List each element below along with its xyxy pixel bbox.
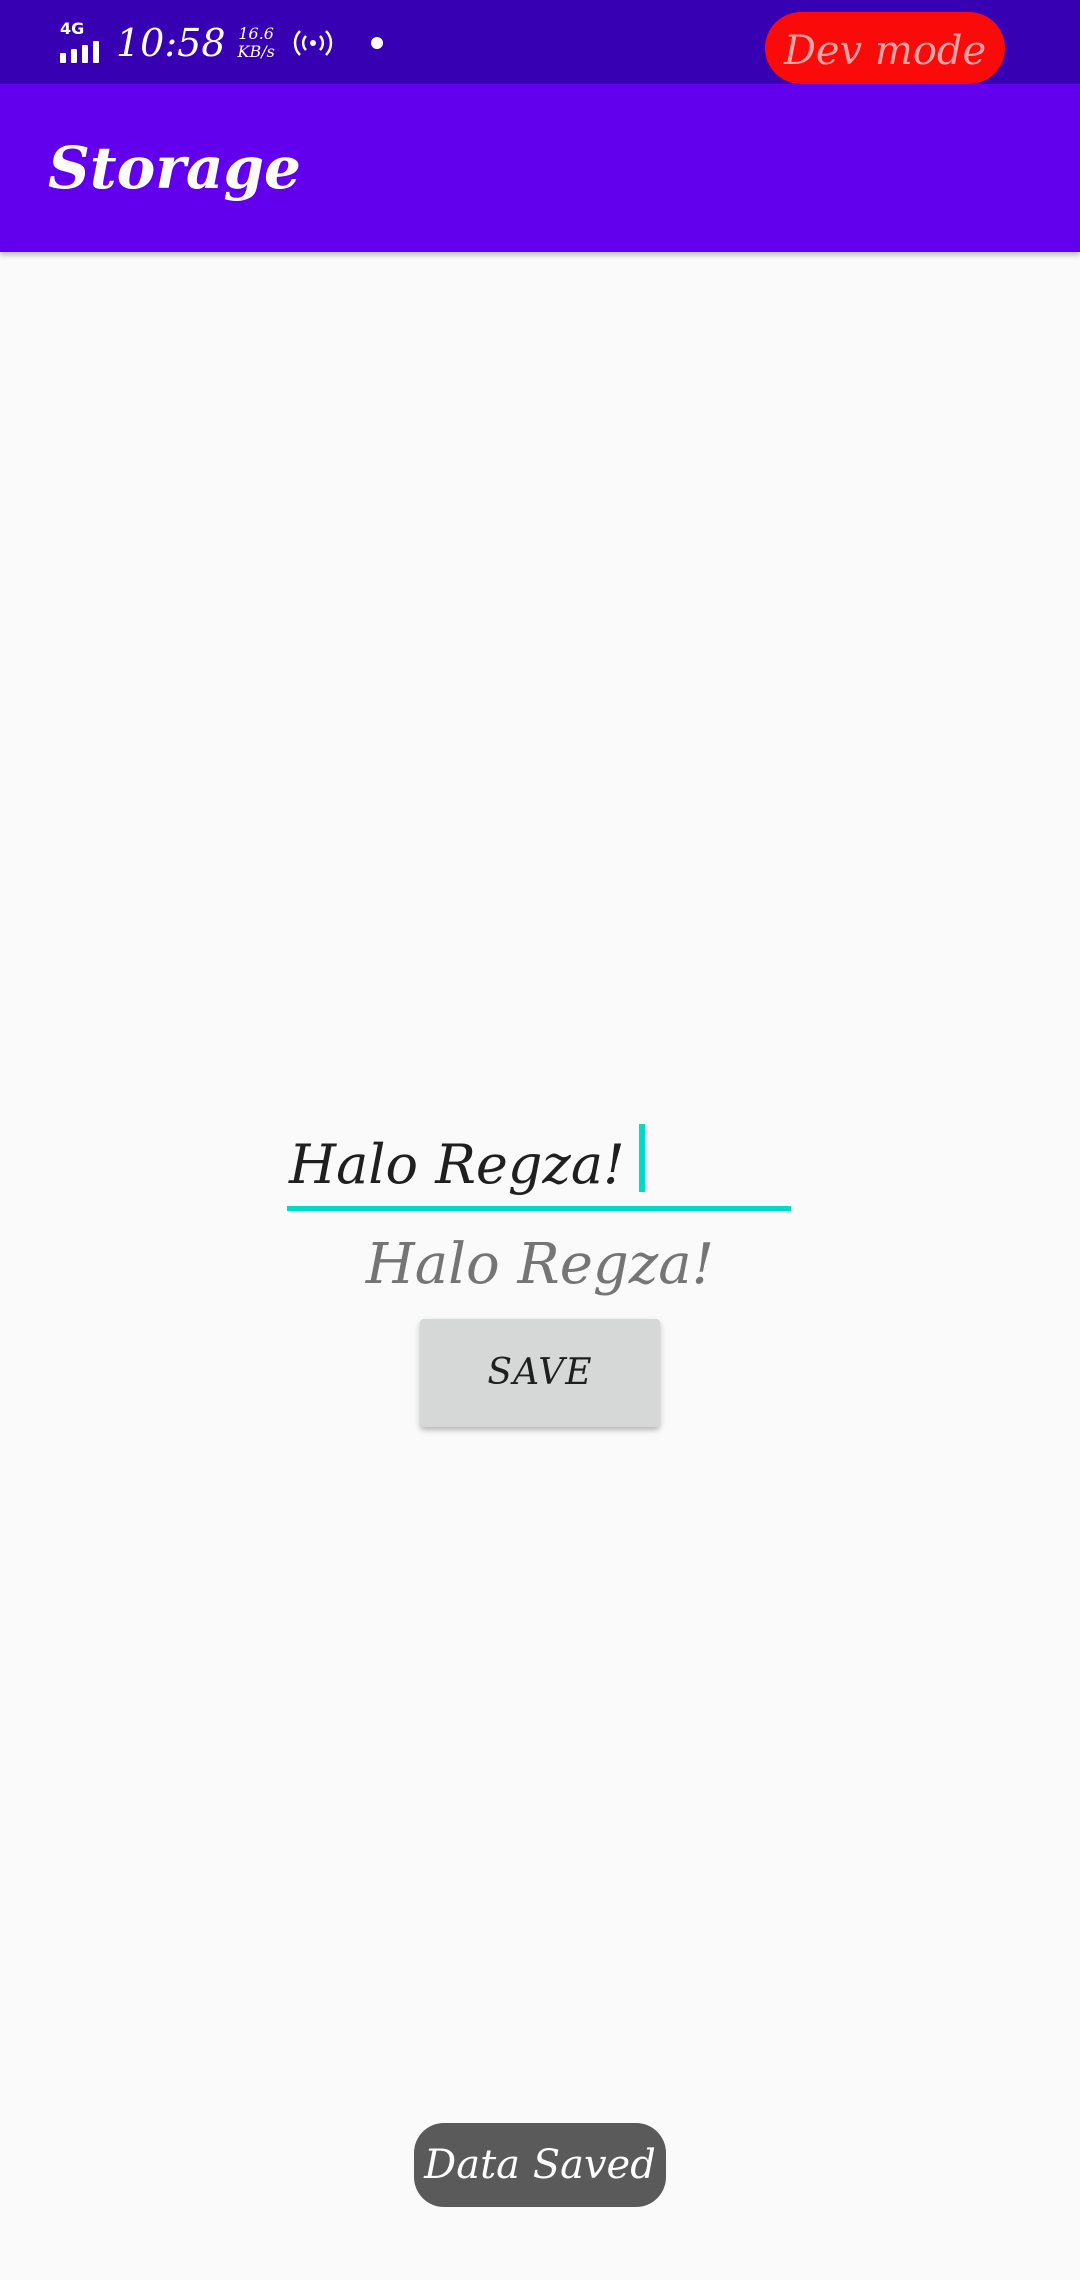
app-title: Storage bbox=[48, 134, 301, 202]
status-bar: 4G 10:58 16.6 KB/s Dev mode bbox=[0, 0, 1080, 84]
network-speed-value: 16.6 bbox=[238, 24, 274, 43]
app-bar: Storage bbox=[0, 84, 1080, 252]
network-type-label: 4G bbox=[60, 19, 85, 38]
notification-dot-icon bbox=[370, 37, 383, 49]
signal-bars bbox=[60, 41, 99, 63]
hotspot-icon bbox=[293, 30, 333, 56]
main-content: Halo Regza! Halo Regza! SAVE Data Saved bbox=[0, 252, 1080, 2280]
status-indicators: 4G 10:58 16.6 KB/s bbox=[58, 18, 383, 68]
network-speed-unit: KB/s bbox=[237, 42, 275, 61]
status-clock: 10:58 bbox=[116, 21, 226, 65]
signal-icon: 4G bbox=[58, 21, 104, 65]
dev-mode-badge[interactable]: Dev mode bbox=[765, 12, 1005, 84]
network-speed: 16.6 KB/s bbox=[238, 25, 275, 61]
saved-text-display: Halo Regza! bbox=[365, 1232, 715, 1297]
text-input-field[interactable]: Halo Regza! bbox=[287, 1124, 791, 1211]
toast-message: Data Saved bbox=[414, 2123, 666, 2207]
save-button[interactable]: SAVE bbox=[420, 1319, 660, 1427]
text-cursor bbox=[639, 1124, 645, 1192]
text-input-value[interactable]: Halo Regza! bbox=[289, 1130, 625, 1200]
